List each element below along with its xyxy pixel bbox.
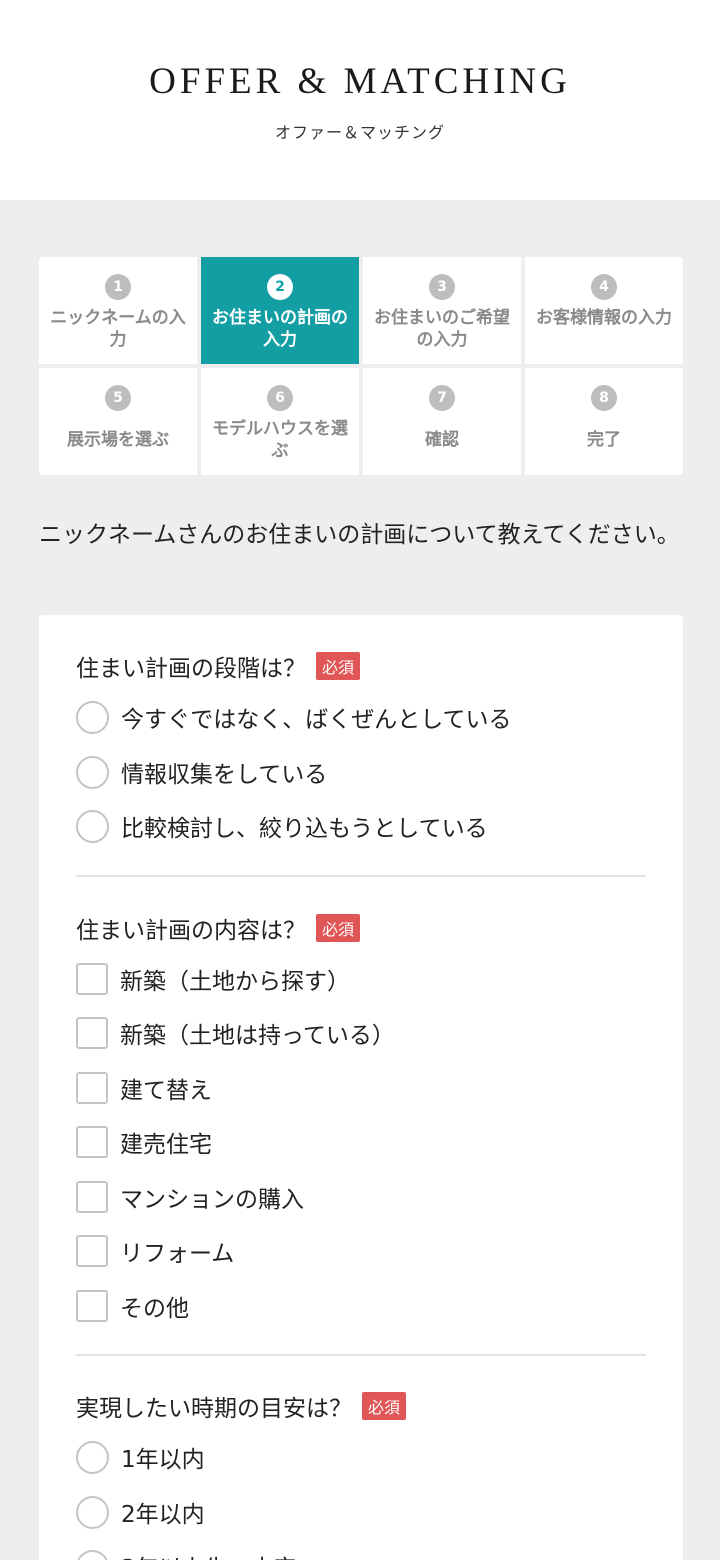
- radio-option-stage-3[interactable]: 比較検討し、絞り込もうとしている: [76, 809, 488, 843]
- option-label: 情報収集をしている: [121, 762, 328, 788]
- step-7-confirm: 7 確認: [363, 368, 521, 475]
- option-label: 1年以内: [121, 1447, 205, 1473]
- radio-circle-icon[interactable]: [76, 809, 109, 843]
- step-6-model-house: 6 モデルハウスを選ぶ: [201, 368, 359, 475]
- step-label: 完了: [587, 430, 621, 450]
- option-label: リフォーム: [120, 1241, 235, 1267]
- radio-circle-icon[interactable]: [76, 1440, 109, 1474]
- checkbox-renovation[interactable]: リフォーム: [76, 1234, 234, 1268]
- checkbox-new-build-land-search[interactable]: 新築（土地から探す）: [76, 962, 350, 996]
- required-badge: 必須: [316, 652, 361, 680]
- step-number: 4: [591, 274, 617, 300]
- option-label: 建売住宅: [120, 1132, 212, 1158]
- option-label: 新築（土地から探す）: [120, 969, 350, 995]
- checkbox-icon[interactable]: [76, 1290, 108, 1322]
- option-label: マンションの購入: [120, 1187, 304, 1213]
- checkbox-ready-built-house[interactable]: 建売住宅: [76, 1125, 212, 1159]
- question-text: 住まい計画の内容は？: [76, 918, 306, 944]
- radio-circle-icon[interactable]: [76, 755, 109, 789]
- option-label: 建て替え: [120, 1078, 212, 1104]
- option-label: 今すぐではなく、ばくぜんとしている: [121, 707, 512, 733]
- step-1-nickname: 1 ニックネームの入力: [39, 257, 197, 364]
- checkbox-icon[interactable]: [76, 1126, 108, 1158]
- checkbox-icon[interactable]: [76, 963, 108, 995]
- site-header: OFFER & MATCHING オファー＆マッチング: [0, 0, 720, 200]
- step-number: 1: [105, 274, 131, 300]
- step-label: ニックネームの入力: [50, 308, 186, 350]
- checkbox-icon[interactable]: [76, 1017, 108, 1049]
- radio-circle-icon[interactable]: [76, 1495, 109, 1529]
- step-4-customer-info: 4 お客様情報の入力: [525, 257, 683, 364]
- radio-option-timing-3[interactable]: 3年以上先・未定: [76, 1549, 297, 1560]
- question-content-title: 住まい計画の内容は？ 必須: [76, 911, 361, 945]
- step-label: お客様情報の入力: [536, 308, 672, 328]
- option-label: 3年以上先・未定: [121, 1549, 297, 1560]
- required-badge: 必須: [362, 1392, 407, 1420]
- progress-steps: 1 ニックネームの入力 2 お住まいの計画の入力 3 お住まいのご希望の入力 4…: [39, 257, 683, 475]
- checkbox-rebuild[interactable]: 建て替え: [76, 1071, 212, 1105]
- checkbox-icon[interactable]: [76, 1181, 108, 1213]
- option-label: 2年以内: [121, 1502, 205, 1528]
- step-number: 6: [267, 385, 293, 411]
- brand-subtitle: オファー＆マッチング: [274, 123, 445, 142]
- radio-option-timing-1[interactable]: 1年以内: [76, 1440, 205, 1474]
- option-label: 比較検討し、絞り込もうとしている: [121, 816, 488, 842]
- plan-form-card: 住まい計画の段階は？ 必須 今すぐではなく、ばくぜんとしている 情報収集をしている…: [39, 615, 683, 1560]
- step-5-showroom: 5 展示場を選ぶ: [39, 368, 197, 475]
- brand-title: OFFER & MATCHING: [149, 61, 571, 102]
- intro-text: ニックネームさんのお住まいの計画について教えてください。: [39, 522, 680, 548]
- step-label: 確認: [425, 430, 459, 450]
- radio-circle-icon[interactable]: [76, 1549, 109, 1560]
- step-number: 2: [267, 274, 293, 300]
- radio-option-stage-2[interactable]: 情報収集をしている: [76, 755, 327, 789]
- radio-option-stage-1[interactable]: 今すぐではなく、ばくぜんとしている: [76, 700, 512, 734]
- step-number: 3: [429, 274, 455, 300]
- question-text: 実現したい時期の目安は？: [76, 1396, 352, 1422]
- question-text: 住まい計画の段階は？: [76, 656, 306, 682]
- checkbox-other[interactable]: その他: [76, 1289, 189, 1323]
- step-3-preferences: 3 お住まいのご希望の入力: [363, 257, 521, 364]
- radio-option-timing-2[interactable]: 2年以内: [76, 1495, 205, 1529]
- step-label: お住まいのご希望の入力: [374, 308, 510, 350]
- checkbox-icon[interactable]: [76, 1072, 108, 1104]
- required-badge: 必須: [316, 914, 361, 942]
- section-divider: [76, 1354, 646, 1356]
- checkbox-icon[interactable]: [76, 1235, 108, 1267]
- step-number: 8: [591, 385, 617, 411]
- question-timing-title: 実現したい時期の目安は？ 必須: [76, 1389, 407, 1423]
- step-8-complete: 8 完了: [525, 368, 683, 475]
- radio-circle-icon[interactable]: [76, 700, 109, 734]
- step-label: モデルハウスを選ぶ: [212, 419, 348, 461]
- checkbox-condo-purchase[interactable]: マンションの購入: [76, 1180, 304, 1214]
- step-label: お住まいの計画の入力: [212, 308, 348, 350]
- step-number: 5: [105, 385, 131, 411]
- checkbox-new-build-land-owned[interactable]: 新築（土地は持っている）: [76, 1016, 395, 1050]
- section-divider: [76, 875, 646, 877]
- step-number: 7: [429, 385, 455, 411]
- option-label: その他: [120, 1296, 189, 1322]
- question-stage-title: 住まい計画の段階は？ 必須: [76, 649, 361, 683]
- step-label: 展示場を選ぶ: [67, 430, 169, 450]
- step-2-plan: 2 お住まいの計画の入力: [201, 257, 359, 364]
- option-label: 新築（土地は持っている）: [120, 1023, 395, 1049]
